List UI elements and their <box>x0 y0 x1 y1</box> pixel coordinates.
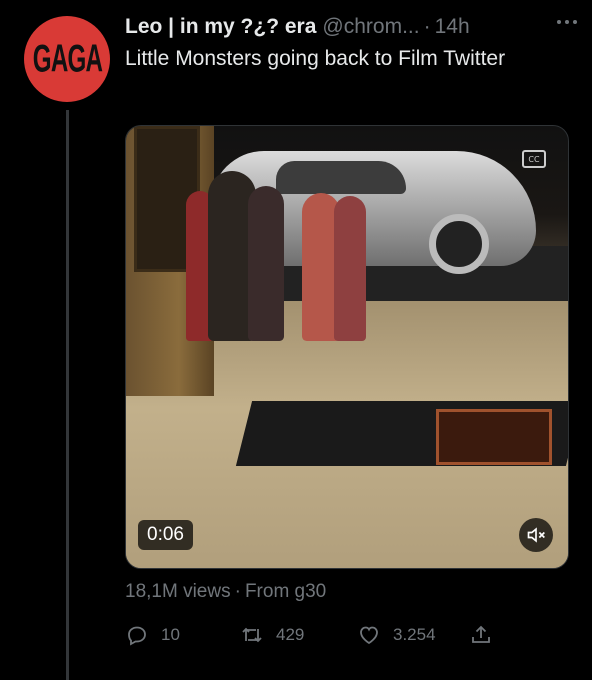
share-button[interactable] <box>469 623 505 647</box>
tweet-stats: 18,1M views · From g30 <box>125 581 326 603</box>
stats-separator: · <box>234 581 241 602</box>
more-options-icon[interactable] <box>552 10 582 34</box>
retweet-icon <box>242 627 262 643</box>
video-car-wheel <box>429 214 489 274</box>
reply-icon <box>128 626 146 646</box>
thread-line <box>66 110 69 680</box>
like-count: 3.254 <box>393 625 436 644</box>
video-player[interactable]: CC 0:06 <box>125 125 569 569</box>
view-count: 18,1M views <box>125 581 231 602</box>
video-source[interactable]: From g30 <box>245 581 326 602</box>
video-duration: 0:06 <box>138 520 193 550</box>
retweet-count: 429 <box>276 625 305 644</box>
video-doormat-logo <box>436 409 552 465</box>
share-icon <box>472 625 490 643</box>
tweet-actions: 10 429 3.254 <box>125 620 505 650</box>
reply-button[interactable]: 10 <box>125 623 240 647</box>
volume-muted-icon[interactable] <box>519 518 553 552</box>
heart-icon <box>360 626 378 645</box>
header-separator: · <box>423 15 431 38</box>
video-people <box>186 161 386 341</box>
avatar-logo-text: GAGA <box>32 36 102 81</box>
video-person <box>334 196 366 341</box>
avatar[interactable]: GAGA <box>24 16 110 102</box>
closed-captions-icon[interactable]: CC <box>522 150 546 168</box>
timestamp[interactable]: 14h <box>435 15 470 39</box>
tweet-header: Leo | in my ?¿? era @chrom... · 14h <box>125 10 576 44</box>
video-person <box>248 186 284 341</box>
like-button[interactable]: 3.254 <box>357 623 469 647</box>
display-name[interactable]: Leo | in my ?¿? era <box>125 15 316 39</box>
tweet-text: Little Monsters going back to Film Twitt… <box>125 47 506 70</box>
user-handle[interactable]: @chrom... <box>322 15 419 39</box>
reply-count: 10 <box>161 625 180 644</box>
retweet-button[interactable]: 429 <box>240 623 357 647</box>
